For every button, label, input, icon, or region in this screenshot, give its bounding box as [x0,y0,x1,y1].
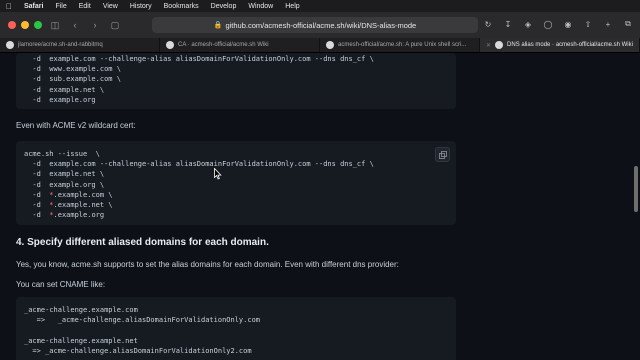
code-text: -d example.com --challenge-alias aliasDo… [16,53,456,105]
code-block: _acme-challenge.example.com => _acme-cha… [16,297,456,360]
code-text: acme.sh --issue \ -d example.com --chall… [16,141,456,220]
wildcard-paragraph: Even with ACME v2 wildcard cert: [16,121,136,130]
code-line: _acme-challenge.example.net [24,336,138,345]
section-heading: 4. Specify different aliased domains for… [16,237,269,248]
menu-edit[interactable]: Edit [73,3,97,10]
extension-icon[interactable]: ◯ [542,18,554,30]
toolbar-extensions: ↻ ↧ ◈ ◯ ◉ ⇧ + ⧉ [482,18,634,30]
github-icon [495,41,504,49]
forward-icon[interactable]: › [88,18,102,32]
github-icon [6,41,14,49]
code-block: acme.sh --issue \ -d example.com --chall… [16,141,456,225]
code-line wildcard-line: -d *.example.com \ [24,190,113,199]
address-bar[interactable]: 🔒 github.com/acmesh-official/acme.sh/wik… [152,17,478,33]
paragraph: You can set CNAME like: [16,280,106,289]
github-icon [326,41,334,49]
tab-label: jlamoree/acme.sh-and-rabbitmq [18,42,103,48]
tab-label: CA · acmesh-official/acme.sh Wiki [178,42,269,48]
extension-icon[interactable]: ◉ [562,18,574,30]
copy-icon [438,150,447,159]
code-line: -d example.net \ [24,85,105,94]
new-tab-icon[interactable]: + [602,18,614,30]
sidebar-icon[interactable]: ◫ [48,18,62,32]
menu-bookmarks[interactable]: Bookmarks [158,3,205,10]
minimize-window-button[interactable] [21,21,29,29]
code-line: _acme-challenge.example.com [24,306,138,314]
back-icon[interactable]: ‹ [68,18,82,32]
tabs-icon[interactable]: ⧉ [622,18,634,30]
copy-button[interactable] [435,147,450,162]
wildcard-asterisk: * [49,211,54,220]
code-line wildcard-line: -d *.example.org [24,211,105,220]
code-line: -d example.com --challenge-alias aliasDo… [24,55,374,63]
extension-icon[interactable]: ◈ [522,18,534,30]
wildcard-asterisk: * [49,190,54,199]
code-line: acme.sh --issue \ [24,150,100,158]
close-window-button[interactable] [8,21,16,29]
tab-rabbitmq[interactable]: jlamoree/acme.sh-and-rabbitmq [0,38,160,52]
code-line: => _acme-challenge.aliasDomainForValidat… [24,316,261,325]
macos-menubar:  Safari File Edit View History Bookmark… [0,0,640,12]
code-block: -d example.com --challenge-alias aliasDo… [16,53,456,109]
tab-dns-alias-mode[interactable]: ✕ DNS alias mode · acmesh-official/acme.… [480,38,640,52]
tab-acme-repo[interactable]: acmesh-official/acme.sh: A pure Unix she… [320,38,480,52]
apple-icon[interactable]:  [0,2,18,11]
tab-label: DNS alias mode · acmesh-official/acme.sh… [507,42,633,48]
code-text: _acme-challenge.example.com => _acme-cha… [16,297,456,356]
zoom-window-button[interactable] [34,21,42,29]
code-line: -d example.org [24,95,96,104]
window-controls [0,21,42,29]
menu-help[interactable]: Help [279,3,305,10]
menu-history[interactable]: History [124,3,158,10]
menu-window[interactable]: Window [242,3,279,10]
download-icon[interactable]: ↧ [502,18,514,30]
menu-view[interactable]: View [97,3,124,10]
code-line: => _acme-challenge.aliasDomainForValidat… [24,346,252,355]
menu-app-safari[interactable]: Safari [18,3,49,10]
github-icon [166,41,174,49]
code-line: -d www.example.com \ [24,65,121,74]
code-line: -d example.com --challenge-alias aliasDo… [24,160,374,169]
wildcard-asterisk: * [49,201,54,210]
tab-bar: jlamoree/acme.sh-and-rabbitmq CA · acmes… [0,38,640,53]
code-line: -d sub.example.com \ [24,75,121,84]
url-text: github.com/acmesh-official/acme.sh/wiki/… [225,20,417,30]
tab-overview-icon[interactable]: ▢ [108,18,122,32]
code-line wildcard-line: -d *.example.net \ [24,201,113,210]
share-icon[interactable]: ⇧ [582,18,594,30]
browser-toolbar: ◫ ‹ › ▢ 🔒 github.com/acmesh-official/acm… [0,12,640,38]
menu-file[interactable]: File [49,3,72,10]
menu-develop[interactable]: Develop [205,3,243,10]
close-tab-icon[interactable]: ✕ [486,42,491,49]
paragraph: Yes, you know, acme.sh supports to set t… [16,260,399,269]
code-line: -d example.net \ [24,170,105,179]
lock-icon: 🔒 [213,22,223,29]
code-line: -d example.org \ [24,180,105,189]
page-content: -d example.com --challenge-alias aliasDo… [0,53,640,360]
tab-ca-wiki[interactable]: CA · acmesh-official/acme.sh Wiki [160,38,320,52]
tab-label: acmesh-official/acme.sh: A pure Unix she… [338,42,467,48]
reload-icon[interactable]: ↻ [482,18,494,30]
vertical-scrollbar[interactable] [634,166,638,212]
mouse-cursor-icon [214,168,222,180]
